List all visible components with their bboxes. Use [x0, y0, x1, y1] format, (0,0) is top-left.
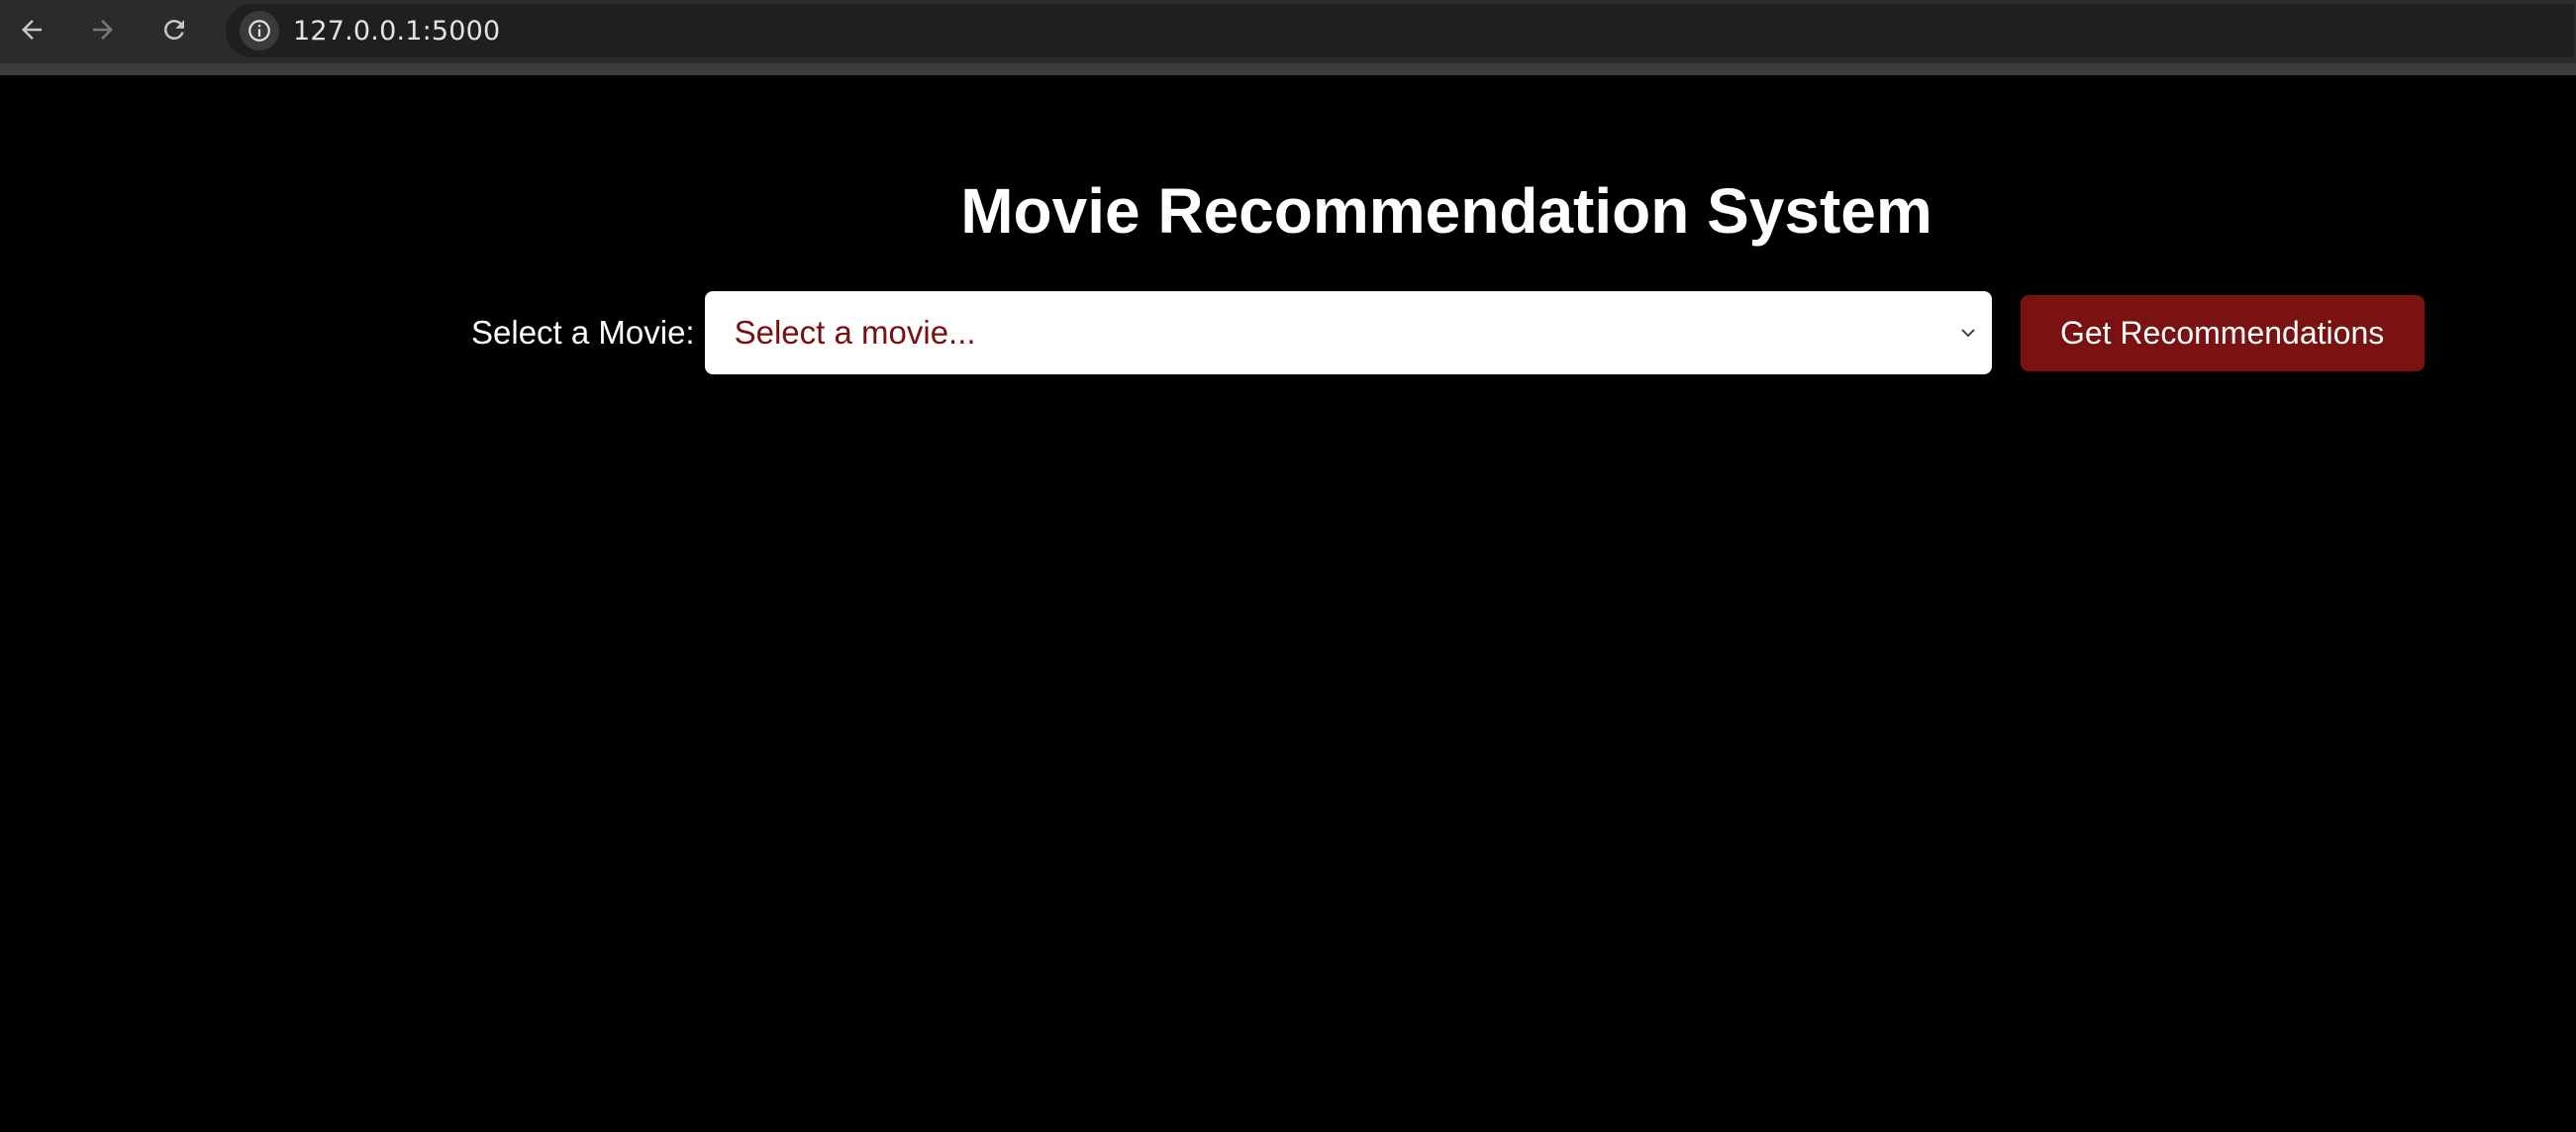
page-title: Movie Recommendation System — [960, 175, 1932, 247]
toolbar-divider — [0, 63, 2576, 75]
movie-select-value: Select a movie... — [734, 314, 976, 351]
reload-icon — [163, 19, 184, 40]
movie-select[interactable]: Select a movie... — [704, 291, 1992, 374]
chevron-down-icon — [1960, 329, 1975, 338]
arrow-right-icon — [93, 20, 113, 40]
site-info-button[interactable] — [240, 11, 279, 51]
url-text[interactable]: 127.0.0.1:5000 — [293, 16, 500, 47]
back-button[interactable] — [10, 8, 53, 51]
address-bar[interactable]: 127.0.0.1:5000 — [226, 4, 2574, 57]
get-recommendations-button[interactable]: Get Recommendations — [2020, 294, 2425, 371]
info-icon — [248, 20, 270, 42]
forward-button[interactable] — [81, 8, 125, 51]
movie-select-label: Select a Movie: — [471, 314, 695, 351]
browser-toolbar: 127.0.0.1:5000 — [0, 0, 2576, 75]
arrow-left-icon — [22, 20, 42, 40]
movie-form: Select a Movie: Select a movie... Get Re… — [471, 291, 2425, 374]
page-body: Movie Recommendation System Select a Mov… — [0, 76, 2576, 1132]
reload-button[interactable] — [152, 8, 196, 51]
